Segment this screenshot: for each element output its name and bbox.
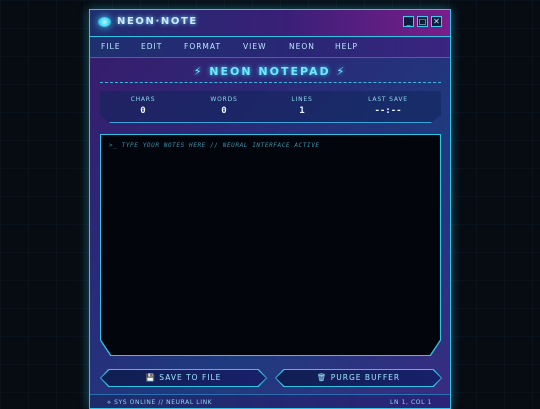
stat-value: 0 <box>221 106 227 116</box>
trash-icon: 🗑 <box>316 373 328 382</box>
menu-edit[interactable]: EDIT <box>141 42 162 51</box>
menu-file[interactable]: FILE <box>101 42 120 51</box>
editor-frame <box>100 134 441 356</box>
lightning-bolt-icon: ⚡ <box>193 65 204 78</box>
stat-label: LINES <box>291 96 313 103</box>
stat-value: 0 <box>140 106 146 116</box>
app-window: NEON·NOTE _ □ ✕ FILE EDIT FORMAT VIEW NE… <box>89 9 451 409</box>
stat-label: CHARS <box>130 96 156 103</box>
stat-label: WORDS <box>210 96 238 103</box>
heading-divider <box>100 82 441 83</box>
title-bar[interactable]: NEON·NOTE _ □ ✕ <box>90 10 450 37</box>
menu-view[interactable]: VIEW <box>243 42 267 51</box>
save-button-face[interactable]: 💾 SAVE TO FILE <box>101 370 266 386</box>
stat-value: 1 <box>299 106 305 116</box>
stat-lines: LINES 1 <box>267 96 337 116</box>
page-title: ⚡ NEON NOTEPAD ⚡ <box>90 65 450 78</box>
lightning-bolt-icon: ⚡ <box>336 65 347 78</box>
neon-orb-icon <box>98 17 111 27</box>
menu-format[interactable]: FORMAT <box>184 42 221 51</box>
stat-words: WORDS 0 <box>189 96 259 116</box>
stat-label: LAST SAVE <box>368 96 408 103</box>
page-title-text: NEON NOTEPAD <box>209 65 331 78</box>
save-to-file-button[interactable]: 💾 SAVE TO FILE <box>100 369 267 387</box>
menu-neon[interactable]: NEON <box>289 42 315 51</box>
stats-panel: CHARS 0 WORDS 0 LINES 1 LAST SAVE --:-- <box>100 91 441 123</box>
save-button-label: SAVE TO FILE <box>159 373 222 382</box>
system-status: ⟡ SYS ONLINE // NEURAL LINK <box>107 399 213 406</box>
menu-bar: FILE EDIT FORMAT VIEW NEON HELP <box>90 37 450 58</box>
purge-button-label: PURGE BUFFER <box>330 373 401 382</box>
notes-textarea[interactable] <box>101 135 440 355</box>
minimize-button[interactable]: _ <box>403 16 414 27</box>
editor-area <box>101 135 440 355</box>
status-bar: ⟡ SYS ONLINE // NEURAL LINK LN 1, COL 1 <box>90 394 450 408</box>
purge-buffer-button[interactable]: 🗑 PURGE BUFFER <box>275 369 442 387</box>
floppy-disk-icon: 💾 <box>145 373 156 382</box>
maximize-button[interactable]: □ <box>417 16 428 27</box>
stat-chars: CHARS 0 <box>108 96 178 116</box>
stat-value: --:-- <box>374 106 402 116</box>
stat-last-save: LAST SAVE --:-- <box>353 96 423 116</box>
menu-help[interactable]: HELP <box>335 42 358 51</box>
purge-button-face[interactable]: 🗑 PURGE BUFFER <box>276 370 441 386</box>
app-title: NEON·NOTE <box>117 16 198 27</box>
close-button[interactable]: ✕ <box>431 16 442 27</box>
